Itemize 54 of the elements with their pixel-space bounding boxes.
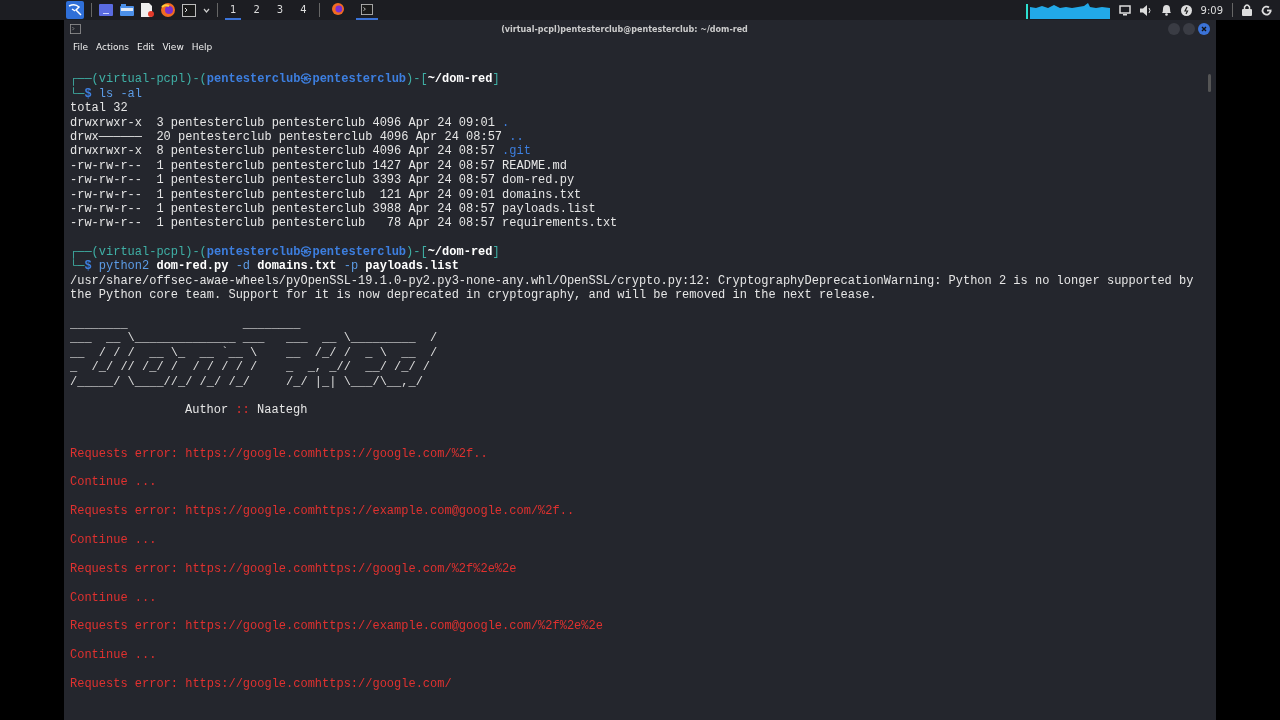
error-line: Continue ... bbox=[70, 648, 157, 663]
close-button[interactable] bbox=[1198, 23, 1210, 35]
file-listing-line: -rw-rw-r-- 1 pentesterclub pentesterclub 1427 Apr 24 08:57 README.md bbox=[70, 158, 567, 174]
menu-item[interactable]: Help bbox=[191, 42, 213, 52]
workspace-tab[interactable]: 2 bbox=[248, 0, 265, 20]
file-listing-line: drwxrwxr-x 3 pentesterclub pentesterclub 4096 Apr 24 09:01 . bbox=[70, 115, 510, 130]
file-listing-line: drwxrwxr-x 8 pentesterclub pentesterclub 4096 Apr 24 08:57 .git bbox=[70, 144, 531, 159]
menu-item[interactable]: Edit bbox=[136, 42, 155, 52]
author-line: Author :: Naategh bbox=[184, 403, 308, 418]
terminal-icon[interactable] bbox=[182, 3, 196, 17]
display-icon[interactable] bbox=[1118, 4, 1131, 16]
menu-item[interactable]: Actions bbox=[96, 42, 129, 52]
desktop-icon[interactable] bbox=[99, 4, 113, 16]
error-line: Requests error: https://google.comhttps://google.com/%2f.. bbox=[70, 446, 488, 461]
file-listing-line: drwx────── 20 pentesterclub pentesterclub 4096 Apr 24 08:57 .. bbox=[70, 129, 524, 145]
terminal-icon bbox=[360, 3, 373, 15]
menu-item[interactable]: View bbox=[162, 42, 184, 52]
ascii-art-text: ________ ________ ___ __ \______________ ___ ___ __ \_________ / __ / / / __ \_ __ `__ \ __ /_/ / _ \ __ / _ /_/ // /_/ / / / / / / _ _, _// __/ /_/ / /_____/ \____//_/ /_/ /_/ /_/ |_| \___/\__,_/ bbox=[70, 317, 438, 390]
file-listing-line: -rw-rw-r-- 1 pentesterclub pentesterclub 78 Apr 24 08:57 requirements.txt bbox=[70, 216, 618, 231]
error-line: Continue ... bbox=[70, 475, 157, 490]
bell-icon[interactable] bbox=[1160, 4, 1172, 16]
output-line: the Python core team. Support for it is now deprecated in cryptography, and will be removed in the next release. bbox=[70, 288, 877, 303]
output-line: /usr/share/offsec-awae-wheels/pyOpenSSL-19.1.0-py2.py3-none-any.whl/OpenSSL/crypto.py:12: CryptographyDeprecationWarning: Python 2 is no longer supported by bbox=[70, 273, 1194, 289]
lock-icon[interactable] bbox=[1242, 4, 1252, 16]
menu-item[interactable]: File bbox=[73, 42, 89, 52]
logout-icon[interactable] bbox=[1261, 4, 1272, 16]
workspace-tab[interactable]: 3 bbox=[271, 0, 289, 20]
file-listing-line: -rw-rw-r-- 1 pentesterclub pentesterclub 3393 Apr 24 08:57 dom-red.py bbox=[70, 173, 575, 188]
terminal-icon bbox=[70, 24, 81, 34]
folder-icon[interactable] bbox=[120, 4, 134, 16]
error-line: Requests error: https://google.comhttps://google.com/%2f%2e%2e bbox=[70, 561, 517, 577]
error-line: Continue ... bbox=[70, 590, 157, 605]
text-editor-icon[interactable] bbox=[141, 3, 154, 17]
caret-icon[interactable] bbox=[203, 7, 210, 13]
error-line: Requests error: https://google.comhttps://example.com@google.com/%2f.. bbox=[70, 504, 575, 519]
dragon-menu-icon[interactable] bbox=[66, 1, 84, 19]
prompt-line: ┌──(virtual-pcpl)-(pentesterclub㉿pentesterclub)-[~/dom-red] bbox=[70, 72, 500, 87]
error-line: Requests error: https://google.comhttps://example.com@google.com/%2f%2e%2e bbox=[70, 619, 603, 634]
power-icon[interactable] bbox=[1180, 4, 1192, 16]
clock[interactable]: 9:09 bbox=[1200, 4, 1223, 16]
window-title: (virtual-pcpl)pentesterclub@pentesterclub: ~/dom-red bbox=[501, 24, 748, 34]
file-listing-line: -rw-rw-r-- 1 pentesterclub pentesterclub 121 Apr 24 09:01 domains.txt bbox=[70, 187, 582, 202]
volume-icon[interactable] bbox=[1139, 4, 1152, 16]
error-line: Continue ... bbox=[70, 532, 157, 548]
file-listing-line: -rw-rw-r-- 1 pentesterclub pentesterclub 3988 Apr 24 08:57 payloads.list bbox=[70, 201, 596, 217]
command-line: └─$ python2 dom-red.py -d domains.txt -p payloads.list bbox=[70, 259, 459, 274]
firefox-icon[interactable] bbox=[161, 3, 175, 17]
firefox-icon bbox=[331, 3, 344, 15]
prompt-line: ┌──(virtual-pcpl)-(pentesterclub㉿pentesterclub)-[~/dom-red] bbox=[70, 245, 500, 260]
output-line: total 32 bbox=[70, 101, 128, 116]
error-line: Requests error: https://google.comhttps://google.com/ bbox=[70, 676, 452, 692]
command-line: └─$ ls -al bbox=[70, 86, 143, 102]
scrollbar[interactable] bbox=[1208, 74, 1211, 92]
workspace-tab[interactable]: 4 bbox=[295, 0, 312, 20]
